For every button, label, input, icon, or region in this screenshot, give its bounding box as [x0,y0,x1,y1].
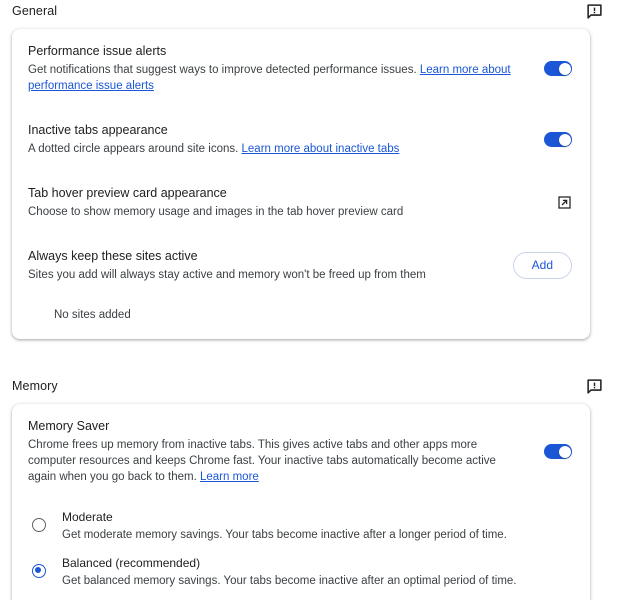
toggle-knob [558,445,571,458]
row-text: Always keep these sites active Sites you… [28,248,513,283]
toggle-memory-saver[interactable] [544,444,572,459]
radio-button-moderate[interactable] [32,518,46,532]
radio-option-moderate[interactable]: Moderate Get moderate memory savings. Yo… [12,503,590,549]
radio-label: Balanced (recommended) [62,556,201,570]
setting-description: Get notifications that suggest ways to i… [28,62,512,94]
section-header-general: General [0,0,625,22]
radio-option-balanced[interactable]: Balanced (recommended) Get balanced memo… [12,549,590,595]
row-text: Tab hover preview card appearance Choose… [28,185,526,220]
setting-description: Choose to show memory usage and images i… [28,206,404,218]
memory-settings-card: Memory Saver Chrome frees up memory from… [12,404,590,600]
section-header-memory: Memory [0,375,625,397]
row-text: Performance issue alerts Get notificatio… [28,43,526,94]
radio-option-maximum[interactable]: Maximum Get maximum memory savings. Your… [12,595,590,600]
row-control [526,132,572,147]
row-control [526,444,572,459]
setting-description: A dotted circle appears around site icon… [28,141,512,157]
setting-description-text: Chrome frees up memory from inactive tab… [28,439,496,483]
radio-description: Get moderate memory savings. Your tabs b… [62,529,507,541]
setting-title: Memory Saver [28,419,110,433]
page-title-general: General [12,4,58,18]
radio-text: Moderate Get moderate memory savings. Yo… [62,509,572,543]
row-control: Add [512,252,572,279]
toggle-knob [558,62,571,75]
add-site-button[interactable]: Add [512,252,572,279]
setting-description: Sites you add will always stay active an… [28,269,426,281]
setting-title: Inactive tabs appearance [28,123,168,137]
learn-more-inactive-tabs-link[interactable]: Learn more about inactive tabs [242,143,400,155]
setting-row-inactive-tabs-appearance: Inactive tabs appearance A dotted circle… [12,108,590,171]
row-control [526,195,572,210]
toggle-knob [558,133,571,146]
setting-row-always-keep-sites-active: Always keep these sites active Sites you… [12,234,590,297]
setting-title: Tab hover preview card appearance [28,186,227,200]
page-title-memory: Memory [12,379,58,393]
general-settings-card: Performance issue alerts Get notificatio… [12,29,590,339]
learn-more-memory-saver-link[interactable]: Learn more [200,471,259,483]
radio-button-balanced[interactable] [32,564,46,578]
row-text: Memory Saver Chrome frees up memory from… [28,418,526,485]
radio-text: Balanced (recommended) Get balanced memo… [62,555,572,589]
setting-row-memory-saver: Memory Saver Chrome frees up memory from… [12,404,590,499]
memory-saver-mode-radio-group: Moderate Get moderate memory savings. Yo… [12,499,590,600]
external-link-icon[interactable] [557,195,572,210]
setting-row-tab-hover-preview-card[interactable]: Tab hover preview card appearance Choose… [12,171,590,234]
row-control [526,61,572,76]
setting-title: Performance issue alerts [28,44,167,58]
radio-label: Moderate [62,510,113,524]
settings-performance-page: General Performance issue alerts Get not… [0,0,625,600]
setting-title: Always keep these sites active [28,249,198,263]
toggle-performance-issue-alerts[interactable] [544,61,572,76]
setting-description: Chrome frees up memory from inactive tab… [28,437,512,485]
feedback-comment-alert-icon[interactable] [586,378,603,395]
feedback-comment-alert-icon[interactable] [586,3,603,20]
row-text: Inactive tabs appearance A dotted circle… [28,122,526,157]
no-sites-added-message: No sites added [54,309,131,321]
radio-description: Get balanced memory savings. Your tabs b… [62,575,517,587]
setting-description-text: Get notifications that suggest ways to i… [28,64,420,76]
toggle-inactive-tabs-appearance[interactable] [544,132,572,147]
setting-description-text: A dotted circle appears around site icon… [28,143,242,155]
setting-row-performance-issue-alerts: Performance issue alerts Get notificatio… [12,29,590,108]
